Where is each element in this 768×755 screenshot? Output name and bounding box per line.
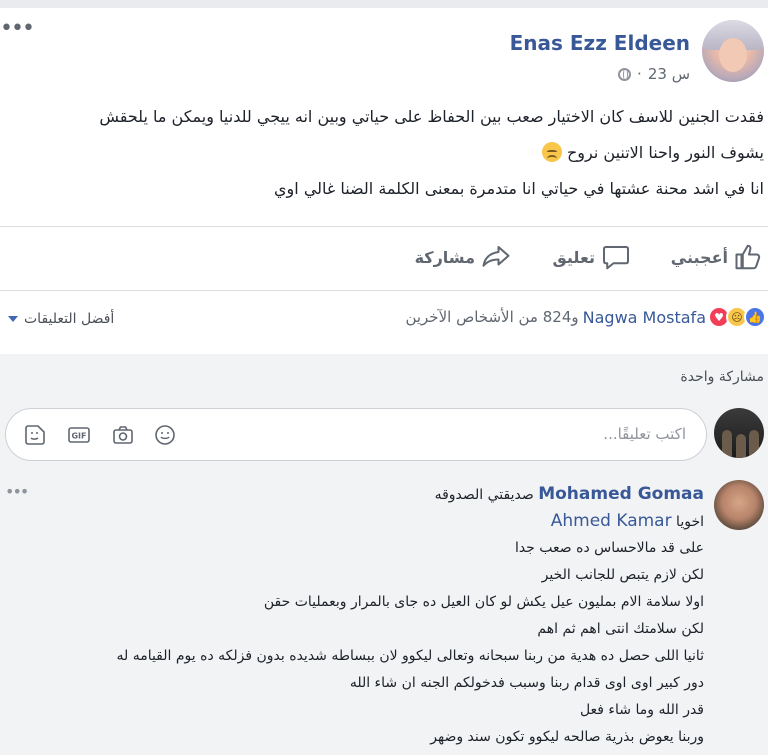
- comment-placeholder: اكتب تعليقًا...: [603, 425, 686, 443]
- share-button[interactable]: مشاركة: [415, 242, 511, 272]
- comment-options-icon[interactable]: •••: [5, 484, 29, 500]
- comment-line-7: قدر الله وما شاء فعل: [579, 702, 704, 718]
- share-arrow-icon: [482, 246, 510, 267]
- page-top-strip: [0, 0, 768, 8]
- like-label: أعجبني: [670, 247, 728, 267]
- post-text-line-3: انا في اشد محنة عشتها في حياتي انا متدمر…: [274, 179, 764, 198]
- comment-line-1: على قد مالاحساس ده صعب جدا: [514, 540, 704, 556]
- like-button[interactable]: أعجبني: [671, 242, 764, 272]
- camera-icon[interactable]: [110, 423, 136, 447]
- divider-actions: [0, 290, 768, 291]
- sad-face-icon: [541, 142, 562, 162]
- comment-button[interactable]: تعليق: [552, 242, 631, 272]
- post-time[interactable]: 23 س: [648, 65, 690, 83]
- reactions-summary[interactable]: ♥ ☹ 👍 Nagwa Mostafa و824 من الأشخاص الآخ…: [405, 306, 766, 328]
- comment-mention-prefix: اخويا: [676, 514, 704, 530]
- comment-line-3: اولا سلامة الام بمليون عيل يكش لو كان ال…: [263, 594, 704, 610]
- comment-line-4: لكن سلامتك انتى اهم ثم اهم: [537, 621, 704, 637]
- comment-input[interactable]: اكتب تعليقًا... GIF: [5, 408, 707, 461]
- divider-top: [0, 226, 768, 227]
- author-avatar[interactable]: [702, 20, 764, 82]
- reaction-user-name[interactable]: Nagwa Mostafa: [583, 308, 706, 327]
- globe-icon: [618, 67, 632, 81]
- comment-line-2: لكن لازم يتبص للجانب الخير: [541, 567, 704, 583]
- gif-icon[interactable]: GIF: [66, 423, 92, 447]
- post-separator: ·: [637, 65, 642, 83]
- post-options-icon[interactable]: •••: [0, 18, 35, 40]
- comment-line-6: دور كبير اوى اوى قدام ربنا وسبب فدخولكم …: [349, 675, 704, 691]
- comment-label: تعليق: [552, 247, 595, 267]
- post-meta: · 23 س: [618, 65, 690, 83]
- like-reaction-icon: 👍: [744, 306, 766, 328]
- comment-mention-line: اخويا Ahmed Kamar: [551, 511, 704, 532]
- commenter-avatar[interactable]: [714, 480, 764, 530]
- emoji-icon[interactable]: [152, 423, 178, 447]
- post-author-name[interactable]: Enas Ezz Eldeen: [510, 31, 690, 55]
- comment-author-name[interactable]: Mohamed Gomaa: [538, 484, 704, 504]
- comment-line-8: وربنا يعوض بذرية صالحه ليكوو تكون سند وض…: [430, 729, 704, 745]
- comment-bubble-icon: [603, 246, 629, 270]
- thumbs-up-icon: [735, 244, 761, 270]
- comment-sort-dropdown[interactable]: أفضل التعليقات: [8, 311, 114, 327]
- reaction-icons: ♥ ☹ 👍: [708, 306, 766, 328]
- post-text-line-2: يشوف النور واحنا الاتنين نروح: [566, 143, 764, 162]
- comment-first-text: صديقتي الصدوقه: [434, 487, 534, 503]
- dropdown-arrow-icon: [8, 316, 18, 322]
- post-text-line-2-wrap: يشوف النور واحنا الاتنين نروح: [4, 140, 764, 166]
- current-user-avatar[interactable]: [714, 408, 764, 458]
- sticker-icon[interactable]: [22, 423, 48, 447]
- share-label: مشاركة: [414, 247, 475, 267]
- comment-line-5: ثانيا اللى حصل ده هدية من ربنا سبحانه وت…: [116, 648, 704, 664]
- post-text-line-1: فقدت الجنين للاسف كان الاختيار صعب بين ا…: [99, 107, 764, 126]
- shares-count[interactable]: مشاركة واحدة: [680, 369, 764, 385]
- comment-sort-label: أفضل التعليقات: [24, 311, 115, 327]
- svg-text:GIF: GIF: [71, 432, 86, 441]
- comment-header: Mohamed Gomaa صديقتي الصدوقه: [435, 484, 704, 505]
- reaction-others[interactable]: و824 من الأشخاص الآخرين: [405, 308, 578, 326]
- comment-mention-link[interactable]: Ahmed Kamar: [551, 511, 672, 531]
